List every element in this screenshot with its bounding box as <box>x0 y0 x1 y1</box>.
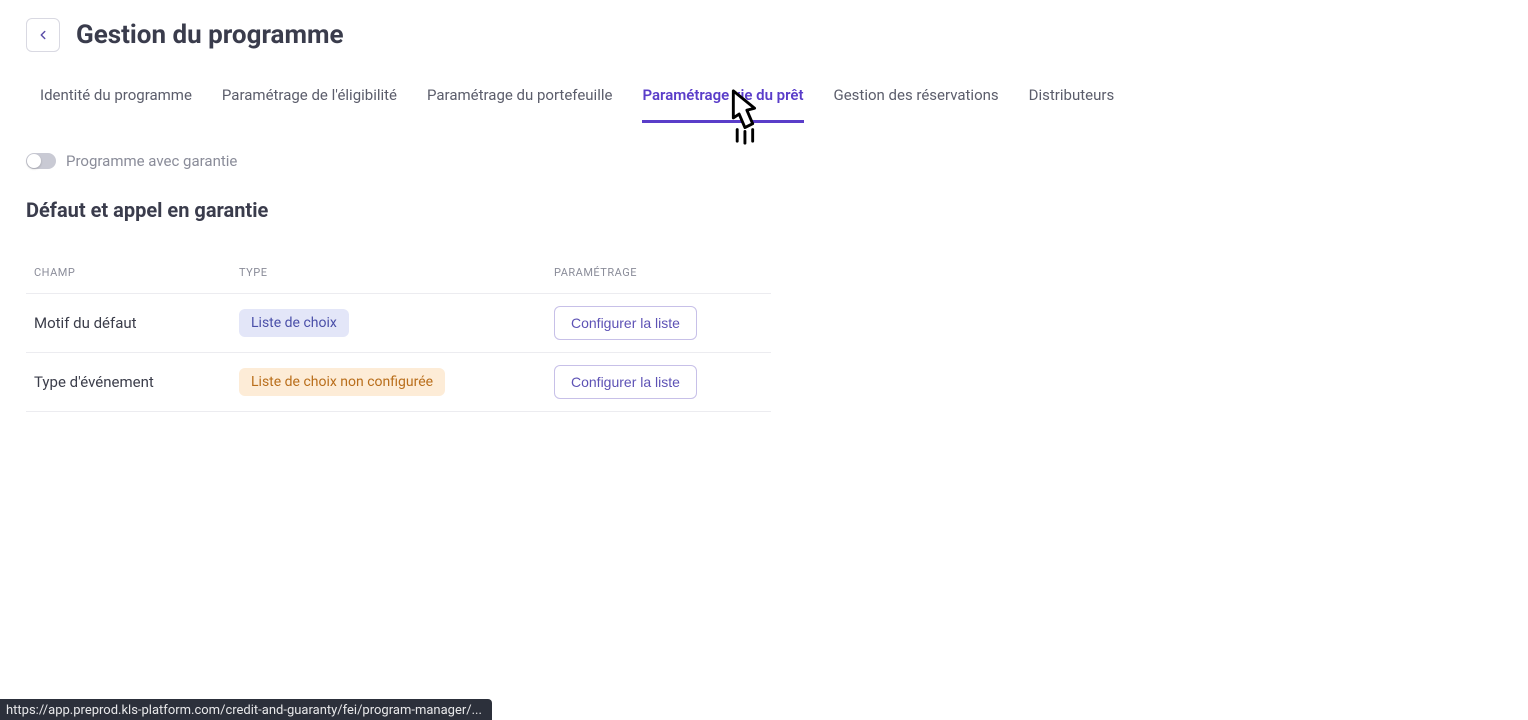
tab-distributeurs[interactable]: Distributeurs <box>1029 72 1115 123</box>
cell-type: Liste de choix <box>239 309 554 337</box>
tab-bar: Identité du programme Paramétrage de l'é… <box>0 72 1528 124</box>
page-header: Gestion du programme <box>0 0 1528 62</box>
arrow-left-icon <box>36 28 50 42</box>
tab-reservations[interactable]: Gestion des réservations <box>834 72 999 123</box>
tab-eligibilite[interactable]: Paramétrage de l'éligibilité <box>222 72 397 123</box>
config-table: CHAMP TYPE PARAMÉTRAGE Motif du défaut L… <box>26 250 771 412</box>
status-bar-url: https://app.preprod.kls-platform.com/cre… <box>0 699 492 720</box>
cell-champ: Type d'événement <box>34 373 239 391</box>
guarantee-toggle[interactable] <box>26 153 56 169</box>
configure-list-button[interactable]: Configurer la liste <box>554 365 697 399</box>
type-badge: Liste de choix non configurée <box>239 368 445 396</box>
tab-vie-pret[interactable]: Paramétrage vie du prêt <box>642 72 803 123</box>
th-type: TYPE <box>239 266 554 279</box>
table-row: Type d'événement Liste de choix non conf… <box>26 353 771 412</box>
tab-identite[interactable]: Identité du programme <box>40 72 192 123</box>
cell-param: Configurer la liste <box>554 306 763 340</box>
table-header: CHAMP TYPE PARAMÉTRAGE <box>26 250 771 294</box>
tab-portefeuille[interactable]: Paramétrage du portefeuille <box>427 72 612 123</box>
guarantee-toggle-label: Programme avec garantie <box>66 152 237 170</box>
page-title: Gestion du programme <box>76 20 344 50</box>
cell-param: Configurer la liste <box>554 365 763 399</box>
table-row: Motif du défaut Liste de choix Configure… <box>26 294 771 353</box>
toggle-row: Programme avec garantie <box>26 152 1502 170</box>
type-badge: Liste de choix <box>239 309 349 337</box>
configure-list-button[interactable]: Configurer la liste <box>554 306 697 340</box>
back-button[interactable] <box>26 18 60 52</box>
th-champ: CHAMP <box>34 266 239 279</box>
th-param: PARAMÉTRAGE <box>554 266 763 279</box>
cell-champ: Motif du défaut <box>34 314 239 332</box>
content-area: Programme avec garantie Défaut et appel … <box>0 124 1528 412</box>
cell-type: Liste de choix non configurée <box>239 368 554 396</box>
section-title: Défaut et appel en garantie <box>26 198 1502 222</box>
